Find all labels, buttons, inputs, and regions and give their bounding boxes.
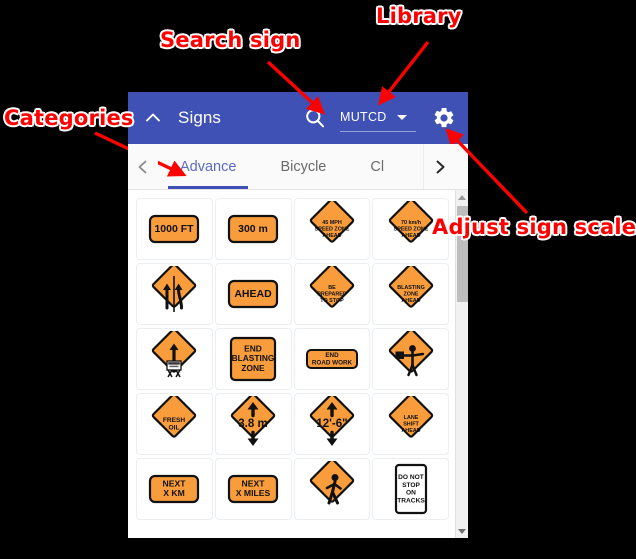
svg-text:BLASTING: BLASTING (232, 353, 275, 363)
svg-text:OIL: OIL (169, 425, 180, 432)
triangle-down-icon[interactable] (456, 524, 468, 538)
svg-text:DO NOT: DO NOT (398, 474, 424, 481)
svg-text:AHEAD: AHEAD (401, 428, 420, 434)
svg-text:NEXT: NEXT (242, 478, 266, 488)
sign-tile-be-prepared-to-stop[interactable]: BE PREPARED TO STOP (293, 263, 371, 325)
svg-text:NEXT: NEXT (163, 478, 187, 488)
sign-tile-flagger-ahead[interactable] (372, 328, 449, 390)
gear-icon[interactable] (430, 104, 458, 132)
chevron-up-icon[interactable] (142, 107, 164, 129)
sign-tile-survey-crew[interactable] (136, 328, 213, 390)
svg-text:ON: ON (406, 490, 416, 497)
sign-tile-pedestrian-crossing[interactable] (293, 458, 371, 520)
sign-tile-300-m[interactable]: 300 m (214, 198, 292, 260)
svg-text:BLASTING: BLASTING (397, 285, 425, 291)
chevron-right-icon[interactable] (423, 144, 455, 189)
library-underline (340, 131, 416, 132)
svg-text:ROAD WORK: ROAD WORK (312, 359, 353, 366)
svg-text:SHIFT: SHIFT (403, 421, 419, 427)
sign-tile-end-blasting-zone[interactable]: END BLASTING ZONE (214, 328, 292, 390)
vertical-scrollbar[interactable] (455, 190, 468, 538)
chevron-down-icon (396, 114, 407, 120)
svg-text:PREPARED: PREPARED (317, 291, 347, 297)
tabs-viewport: Advance Bicycle Cl (158, 144, 468, 189)
svg-text:TO STOP: TO STOP (320, 298, 344, 304)
svg-text:3.8 m: 3.8 m (238, 418, 267, 430)
sign-grid: 1000 FT 300 m 45 MPH SPEED ZONE AHEAD 70 km/h… (136, 198, 449, 520)
sign-tile-added-lane-merge[interactable] (136, 263, 213, 325)
sign-tile-1000-ft[interactable]: 1000 FT (136, 198, 213, 260)
sign-tile-70-kmh-speed-zone-ahead[interactable]: 70 km/h SPEED ZONE AHEAD (372, 198, 449, 260)
tab-label: Cl (370, 158, 385, 175)
signs-content: 1000 FT 300 m 45 MPH SPEED ZONE AHEAD 70 km/h… (128, 190, 468, 538)
svg-text:300 m: 300 m (238, 223, 268, 235)
svg-text:AHEAD: AHEAD (401, 298, 420, 304)
svg-text:LANE: LANE (403, 415, 418, 421)
svg-text:TRACKS: TRACKS (397, 497, 425, 504)
tab-cl[interactable]: Cl (348, 144, 406, 189)
library-value: MUTCD (340, 110, 387, 124)
page-title: Signs (178, 108, 222, 127)
svg-text:70 km/h: 70 km/h (401, 220, 421, 226)
svg-text:FRESH: FRESH (163, 417, 186, 424)
signs-panel: Signs MUTCD Advance Bicycle Cl 1000 FT 3… (128, 92, 468, 538)
scrollbar-thumb[interactable] (457, 206, 468, 302)
svg-text:AHEAD: AHEAD (401, 233, 420, 239)
sign-tile-blasting-zone-ahead[interactable]: BLASTING ZONE AHEAD (372, 263, 449, 325)
svg-text:SPEED ZONE: SPEED ZONE (315, 226, 350, 232)
triangle-up-icon[interactable] (456, 190, 468, 204)
svg-text:X MILES: X MILES (236, 488, 271, 498)
panel-header: Signs MUTCD (128, 92, 468, 144)
tab-advance[interactable]: Advance (158, 144, 258, 189)
svg-text:AHEAD: AHEAD (322, 233, 341, 239)
svg-text:END: END (244, 344, 262, 354)
library-dropdown[interactable]: MUTCD (340, 110, 416, 132)
annotation-categories: Categories (4, 106, 134, 130)
svg-text:BE: BE (328, 285, 336, 291)
sign-tile-next-x-km[interactable]: NEXT X KM (136, 458, 213, 520)
tabs-track: Advance Bicycle Cl (158, 144, 468, 189)
search-icon[interactable] (302, 105, 328, 131)
annotation-search-sign: Search sign (160, 28, 301, 52)
svg-text:45 MPH: 45 MPH (322, 220, 342, 226)
category-tabbar: Advance Bicycle Cl (128, 144, 468, 190)
svg-text:ZONE: ZONE (241, 363, 265, 373)
signs-scroll-area: 1000 FT 300 m 45 MPH SPEED ZONE AHEAD 70 km/h… (128, 190, 455, 538)
tab-label: Advance (180, 158, 237, 175)
svg-text:12'-6": 12'-6" (316, 418, 347, 430)
chevron-left-icon[interactable] (128, 144, 158, 189)
svg-text:ZONE: ZONE (403, 291, 418, 297)
svg-text:END: END (325, 352, 339, 359)
sign-tile-end-road-work[interactable]: END ROAD WORK (293, 328, 371, 390)
sign-tile-next-x-miles[interactable]: NEXT X MILES (214, 458, 292, 520)
sign-tile-lane-shift-ahead[interactable]: LANE SHIFT AHEAD (372, 393, 449, 455)
svg-text:STOP: STOP (402, 482, 420, 489)
svg-text:1000 FT: 1000 FT (155, 223, 195, 235)
svg-text:SPEED ZONE: SPEED ZONE (393, 226, 428, 232)
sign-tile-do-not-stop-on-tracks[interactable]: DO NOT STOP ON TRACKS (372, 458, 449, 520)
tab-label: Bicycle (280, 158, 327, 175)
sign-tile-low-clearance-12-6[interactable]: 12'-6" (293, 393, 371, 455)
sign-tile-45-mph-speed-zone-ahead[interactable]: 45 MPH SPEED ZONE AHEAD (293, 198, 371, 260)
sign-tile-fresh-oil[interactable]: FRESH OIL (136, 393, 213, 455)
svg-text:AHEAD: AHEAD (234, 288, 272, 300)
annotation-library: Library (376, 4, 462, 28)
sign-tile-low-clearance-3-8m[interactable]: 3.8 m (214, 393, 292, 455)
sign-tile-ahead[interactable]: AHEAD (214, 263, 292, 325)
svg-text:X KM: X KM (164, 488, 185, 498)
scrollbar-track[interactable] (456, 204, 468, 524)
screenshot-root: Signs MUTCD Advance Bicycle Cl 1000 FT 3… (0, 0, 636, 559)
tab-bicycle[interactable]: Bicycle (258, 144, 348, 189)
